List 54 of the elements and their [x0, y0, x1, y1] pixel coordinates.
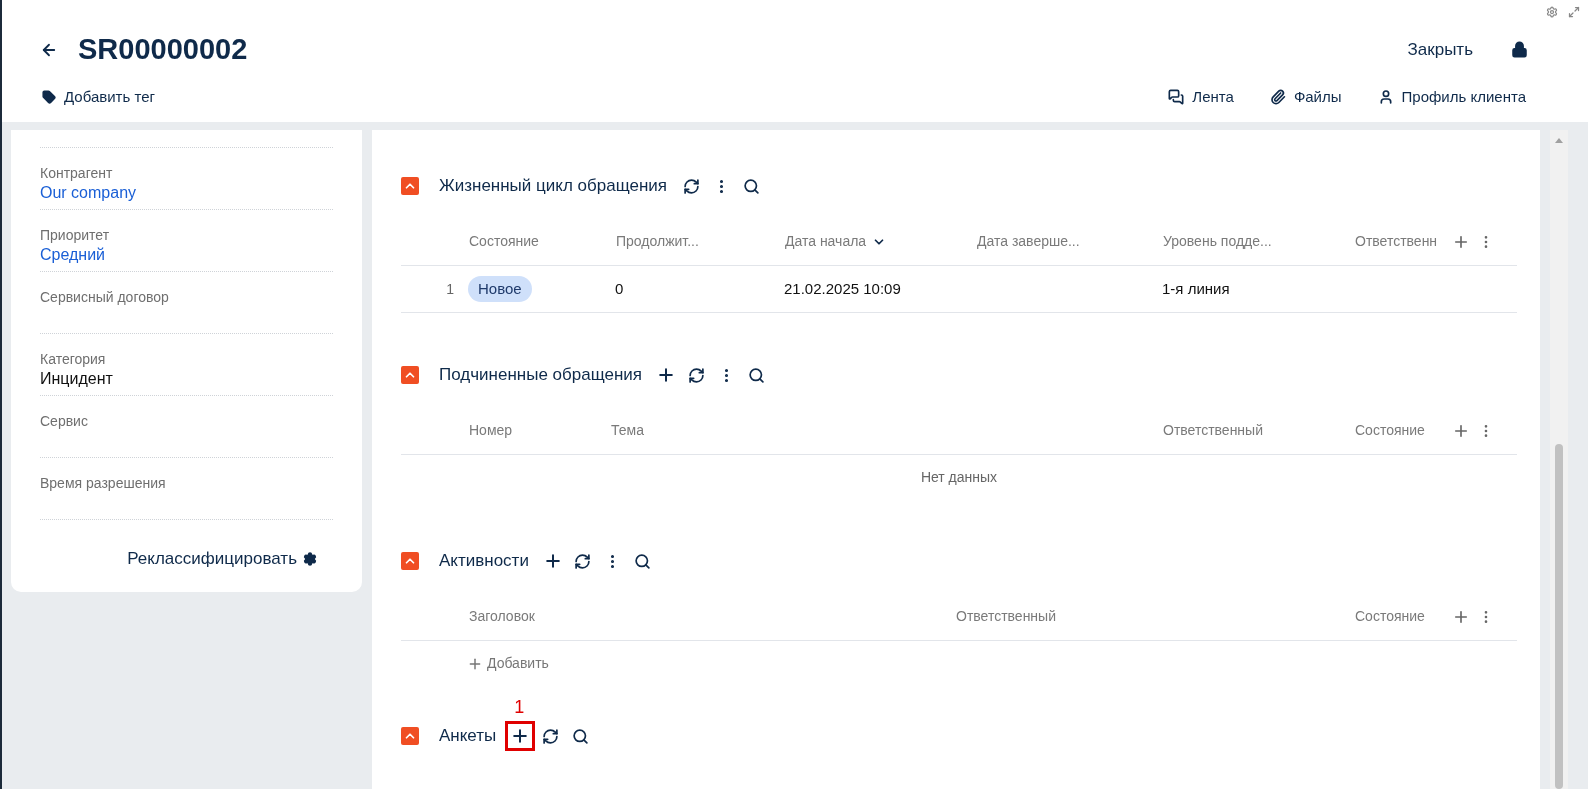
collapse-toggle[interactable]: [401, 552, 419, 570]
column-header[interactable]: Состояние: [1355, 420, 1425, 441]
lock-icon[interactable]: [1511, 41, 1528, 59]
section-title: Анкеты: [439, 725, 497, 748]
row-number: 1: [445, 279, 455, 299]
field-label: Сервисный договор: [40, 288, 170, 306]
table-cell: 21.02.2025 10:09: [784, 280, 901, 297]
callout-number: 1: [514, 698, 525, 716]
plus-icon[interactable]: [508, 724, 533, 748]
column-header[interactable]: Состояние: [1355, 606, 1425, 627]
field-link[interactable]: Средний: [40, 244, 333, 266]
close-button[interactable]: Закрыть: [1407, 37, 1473, 63]
field-label: Приоритет: [40, 226, 111, 244]
column-header[interactable]: Дата заверше...: [977, 231, 1080, 252]
add-tag-button[interactable]: Добавить тег: [42, 85, 155, 108]
column-header[interactable]: Состояние: [469, 231, 539, 252]
section-title: Жизненный цикл обращения: [439, 175, 667, 198]
column-header[interactable]: Заголовок: [469, 606, 535, 627]
tag-icon: [42, 89, 56, 104]
header-action[interactable]: Профиль клиента: [1377, 85, 1526, 108]
chat-bubbles-icon: [1168, 88, 1185, 105]
status-tag: Новое: [468, 275, 532, 303]
table-cell: 1-я линия: [1162, 280, 1230, 297]
column-header[interactable]: Продолжит...: [616, 231, 699, 252]
header-action[interactable]: Файлы: [1269, 85, 1342, 108]
collapse-toggle[interactable]: [401, 727, 419, 745]
field-label: Время разрешения: [40, 474, 167, 492]
section-title: Подчиненные обращения: [439, 364, 643, 387]
column-header[interactable]: Номер: [469, 420, 513, 441]
expand-icon[interactable]: [1568, 6, 1580, 18]
empty-message: Нет данных: [920, 467, 998, 487]
field-link[interactable]: Our company: [40, 182, 333, 204]
field-label: Сервис: [40, 412, 89, 430]
column-header[interactable]: Уровень подде...: [1163, 231, 1272, 252]
page-title: SR00000002: [78, 32, 248, 67]
collapse-toggle[interactable]: [401, 177, 419, 195]
column-header[interactable]: Ответственн: [1355, 231, 1438, 252]
field-label: Контрагент: [40, 164, 114, 182]
header-action[interactable]: Лента: [1168, 85, 1234, 108]
column-header[interactable]: Ответственный: [1163, 420, 1263, 441]
scrollbar[interactable]: [1550, 130, 1568, 789]
add-row-button[interactable]: Добавить: [467, 653, 549, 674]
section-title: Активности: [439, 550, 529, 573]
collapse-toggle[interactable]: [401, 366, 419, 384]
column-header[interactable]: Ответственный: [956, 606, 1056, 627]
field-label: Категория: [40, 350, 107, 368]
column-header[interactable]: Дата начала: [785, 231, 867, 252]
field-value: Инцидент: [40, 369, 114, 389]
settings-icon[interactable]: [1546, 6, 1558, 18]
paperclip-icon: [1269, 88, 1286, 105]
table-cell: 0: [615, 280, 624, 297]
column-header[interactable]: Тема: [611, 420, 644, 441]
gear-icon: [303, 551, 317, 566]
reclassify-button[interactable]: Реклассифицировать: [127, 546, 317, 572]
